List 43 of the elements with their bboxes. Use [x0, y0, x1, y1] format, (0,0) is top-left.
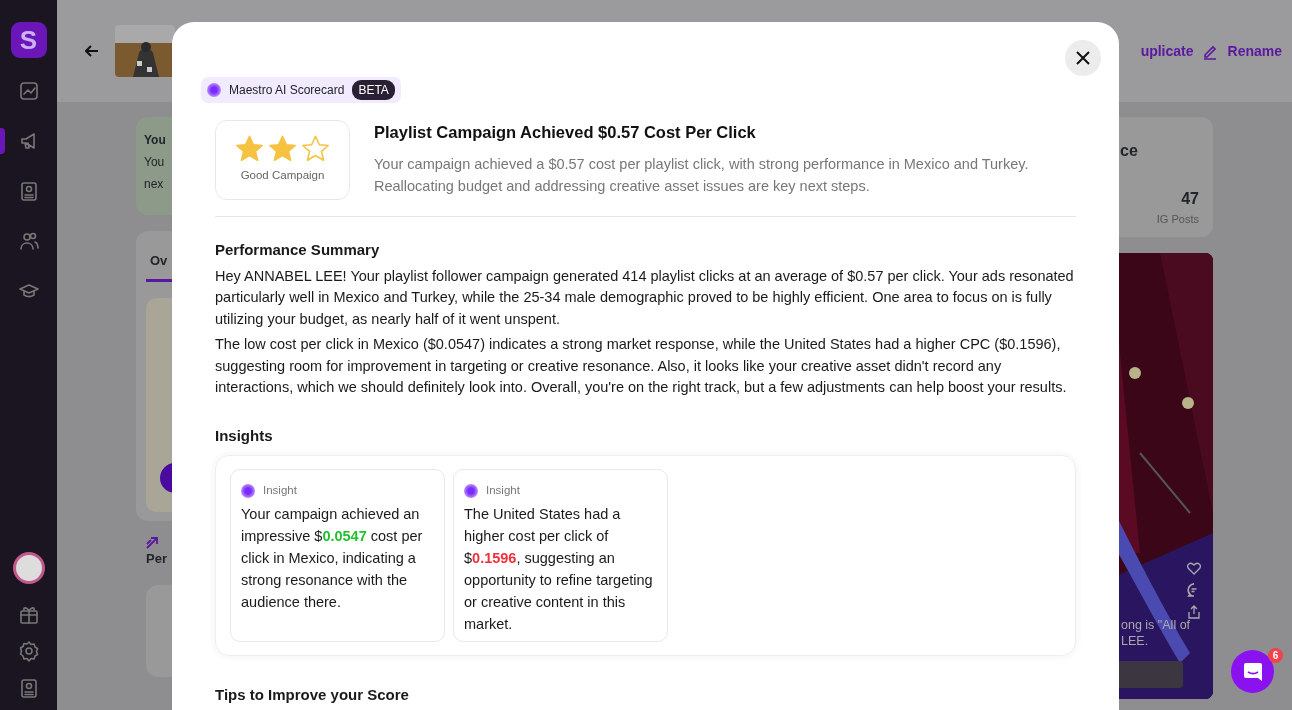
rename-button[interactable]: Rename [1201, 40, 1282, 62]
stat-label: IG Posts [1155, 212, 1199, 227]
filled-star-icon [235, 135, 264, 164]
close-button[interactable] [1065, 40, 1101, 76]
banner-text: nex [144, 176, 164, 193]
stats-title: ce [1119, 141, 1139, 161]
chart-icon[interactable] [17, 80, 40, 102]
summary-paragraph: Hey ANNABEL LEE! Your playlist follower campaign generated 414 playlist clicks at an average of $0.57 per click. Your ads resonated particularly well in Mexico and Turkey, while the 25-34 male demographic proved to be highly efficient. One area to focus on is fully utilizing your budget, as nearly half of it went unspent. [215, 266, 1075, 329]
section-title: Per [146, 550, 167, 568]
filled-star-icon [268, 135, 297, 164]
notification-badge: 6 [1268, 648, 1283, 663]
insight-label: Insight [486, 483, 520, 498]
section-heading: Insights [215, 425, 274, 446]
scorecard-title: Playlist Campaign Achieved $0.57 Cost Per Click [374, 122, 757, 143]
trend-icon [146, 537, 160, 549]
banner-text: You [144, 154, 165, 171]
people-icon[interactable] [17, 230, 40, 252]
beta-tag: BETA [352, 80, 395, 100]
banner-title: You [144, 132, 166, 149]
section-heading: Tips to Improve your Score [215, 685, 410, 705]
empty-star-icon [301, 135, 330, 164]
chat-button[interactable] [1231, 650, 1274, 693]
avatar[interactable] [12, 552, 45, 584]
close-icon [1076, 51, 1090, 65]
ai-orb-icon [464, 483, 478, 498]
heart-icon[interactable] [1187, 562, 1201, 575]
insight-text: Your campaign achieved an impressive $0.0547 cost per click in Mexico, indicating a strong resonance with the audience there. [241, 505, 424, 613]
badge-label: Maestro AI Scorecard [229, 82, 345, 99]
stat-value: 47 [1180, 189, 1199, 209]
section-heading: Performance Summary [215, 240, 381, 260]
app-logo[interactable]: S [10, 22, 47, 58]
chat-icon [1242, 661, 1263, 682]
share-icon[interactable] [1187, 605, 1201, 619]
scorecard-summary: Your campaign achieved a $0.57 cost per playlist click, with strong performance in Mexico and Turkey. Reallocating budget and addressing creative asset issues are key next steps. [374, 154, 1030, 196]
settings-icon[interactable] [17, 639, 40, 662]
ai-orb-icon [241, 483, 255, 498]
summary-paragraph: The low cost per click in Mexico ($0.0547) indicates a strong market response, while the United States had a higher CPC ($0.1596), suggesting room for improvement in targeting or creative resonance. Also, it looks like your creative asset didn't record any interactions, which we should definitely look into. Overall, you're on the right track, but a few adjustments can help boost your results. [215, 335, 1068, 397]
insight-label: Insight [263, 483, 297, 498]
duplicate-button[interactable]: uplicate [1140, 40, 1194, 62]
back-arrow-icon[interactable] [85, 45, 99, 57]
rating-label: Good Campaign [240, 168, 325, 184]
insight-text: The United States had a higher cost per click of $0.1596, suggesting an opportunity to refine targeting or creative content in this market. [464, 505, 654, 635]
ai-orb-icon [207, 83, 221, 97]
